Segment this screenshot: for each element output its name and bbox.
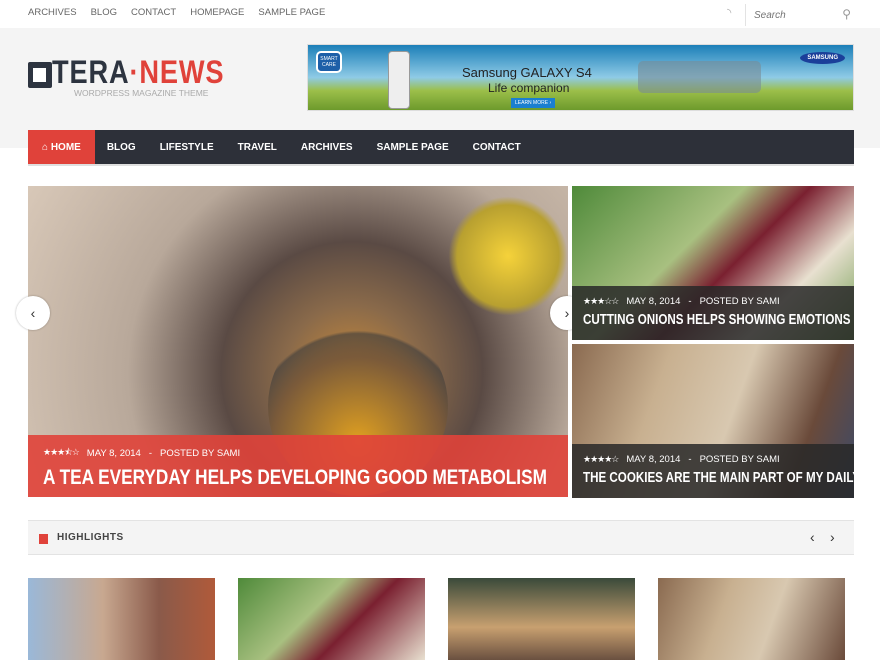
top-bar: Archives Blog Contact Homepage Sample Pa…	[0, 0, 880, 28]
chevron-left-icon: ‹	[30, 305, 36, 321]
ad-learn-more-button[interactable]: LEARN MORE ›	[511, 98, 556, 108]
rating-stars-icon: ★★★★☆	[583, 454, 619, 464]
post-date: May 8, 2014	[626, 296, 681, 307]
top-links: Archives Blog Contact Homepage Sample Pa…	[28, 7, 325, 18]
slide-title[interactable]: A Tea Everyday Helps Developing Good Met…	[43, 466, 547, 490]
top-link-contact[interactable]: Contact	[131, 7, 176, 18]
rss-icon[interactable]: ◝	[727, 6, 731, 19]
side-post-title[interactable]: Cutting Onions Helps Showing Emotions	[583, 312, 850, 328]
post-date: May 8, 2014	[86, 447, 141, 459]
top-link-archives[interactable]: Archives	[28, 7, 77, 18]
highlight-thumb-onions[interactable]	[238, 578, 425, 660]
nav-blog[interactable]: Blog	[95, 130, 148, 164]
post-author[interactable]: Posted by Sami	[700, 454, 780, 465]
post-author[interactable]: Posted by Sami	[700, 296, 780, 307]
top-link-sample-page[interactable]: Sample Page	[258, 7, 325, 18]
search-icon[interactable]: ⚲	[842, 7, 851, 21]
ad-title: Samsung GALAXY S4	[462, 65, 592, 80]
ad-banner[interactable]: SMART CARE Samsung GALAXY S4 Life compan…	[307, 44, 854, 111]
side-post-caption: ★★★☆☆ May 8, 2014- Posted by Sami Cutting …	[572, 286, 854, 340]
highlights-header: HIGHLIGHTS ‹ ›	[28, 520, 854, 555]
highlight-thumb-street[interactable]	[28, 578, 215, 660]
section-marker-icon	[39, 534, 48, 544]
chevron-right-icon: ›	[564, 305, 570, 321]
side-post-title[interactable]: The Cookies Are The Main Part Of My Dail…	[583, 470, 854, 486]
logo-tagline: WORDPRESS MAGAZINE THEME	[74, 88, 209, 98]
logo-dot: ·	[129, 54, 140, 90]
nav-lifestyle[interactable]: Lifestyle	[148, 130, 226, 164]
meta-separator: -	[688, 454, 692, 465]
nav-home-label: Home	[50, 142, 81, 153]
nav-travel[interactable]: Travel	[226, 130, 289, 164]
smart-care-badge: SMART CARE	[316, 51, 342, 73]
highlights-next-button[interactable]: ›	[830, 529, 835, 545]
highlights-prev-button[interactable]: ‹	[810, 529, 815, 545]
nav-sample-page[interactable]: Sample Page	[365, 130, 461, 164]
side-post-2[interactable]: ★★★★☆ May 8, 2014- Posted by Sami The Cook…	[572, 344, 854, 498]
top-link-blog[interactable]: Blog	[91, 7, 117, 18]
side-post-1[interactable]: ★★★☆☆ May 8, 2014- Posted by Sami Cutting …	[572, 186, 854, 340]
highlight-thumb-trees[interactable]	[448, 578, 635, 660]
phone-image	[388, 51, 410, 109]
nav-contact[interactable]: Contact	[461, 130, 533, 164]
search-box: ⚲	[745, 4, 855, 26]
logo-notepad-icon	[28, 62, 52, 88]
highlights-title: HIGHLIGHTS	[57, 532, 124, 543]
meta-separator: -	[148, 447, 153, 459]
logo-part1: TERA	[52, 54, 130, 90]
logo-part2: NEWS	[139, 54, 225, 90]
nav-home[interactable]: ⌂ Home	[28, 130, 95, 164]
ad-features-panel	[638, 61, 761, 93]
rating-stars-icon: ★★★⯪☆	[43, 447, 80, 457]
rating-stars-icon: ★★★☆☆	[583, 296, 619, 306]
slide-caption: ★★★⯪☆ May 8, 2014- Posted by Sami A Tea Ev…	[28, 435, 568, 497]
flower-image	[448, 196, 568, 316]
ad-subtitle: Life companion	[488, 81, 570, 95]
post-author[interactable]: Posted by Sami	[160, 448, 240, 459]
featured-slider[interactable]: ★★★⯪☆ May 8, 2014- Posted by Sami A Tea Ev…	[28, 186, 568, 497]
search-input[interactable]	[754, 5, 834, 25]
post-date: May 8, 2014	[626, 454, 681, 465]
meta-separator: -	[688, 296, 692, 307]
nav-archives[interactable]: Archives	[289, 130, 365, 164]
slider-prev-button[interactable]: ‹	[16, 296, 50, 330]
home-icon: ⌂	[42, 142, 51, 153]
site-logo[interactable]: TERA·NEWS WORDPRESS MAGAZINE THEME	[28, 54, 228, 104]
side-post-caption: ★★★★☆ May 8, 2014- Posted by Sami The Cook…	[572, 444, 854, 498]
samsung-logo: SAMSUNG	[800, 52, 845, 64]
main-nav: ⌂ Home Blog Lifestyle Travel Archives Sa…	[28, 130, 854, 166]
top-link-homepage[interactable]: Homepage	[190, 7, 244, 18]
highlight-thumb-cookies[interactable]	[658, 578, 845, 660]
